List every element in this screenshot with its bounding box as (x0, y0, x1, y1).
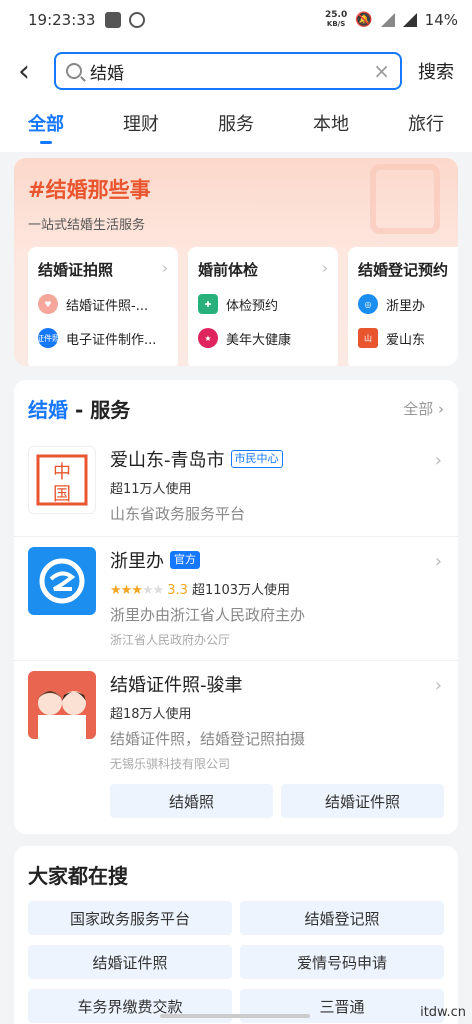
couple-photo-logo (28, 671, 96, 739)
signal-icon-2 (402, 13, 417, 27)
usage-count: 超18万人使用 (110, 707, 192, 722)
usage-count: 超11万人使用 (110, 482, 192, 497)
tab-all[interactable]: 全部 (28, 110, 64, 144)
home-indicator[interactable] (160, 1014, 310, 1018)
card-link-ashandong[interactable]: 山爱山东 (358, 328, 458, 348)
tab-local[interactable]: 本地 (313, 110, 349, 144)
card-title: 结婚证拍照 (38, 261, 114, 279)
card-premarital-check[interactable]: 婚前体检 › ✚ 体检预约 ★ 美年大健康 (188, 247, 338, 366)
zheli-logo-icon: ◎ (358, 294, 378, 314)
category-tabs: 全部 理财 服务 本地 旅行 (0, 102, 472, 152)
heart-decoration-icon (370, 164, 440, 234)
service-item-photo[interactable]: 结婚证件照-骏聿 超18万人使用 结婚证件照，结婚登记照拍摄 无锡乐骐科技有限公… (14, 661, 458, 784)
chevron-right-icon: › (434, 450, 442, 471)
service-name: 爱山东-青岛市 (110, 450, 225, 471)
svg-text:国: 国 (53, 484, 71, 505)
tab-travel[interactable]: 旅行 (408, 110, 444, 144)
mute-icon: 🔕 (355, 12, 373, 28)
usage-count: 超1103万人使用 (191, 583, 291, 598)
topic-banner[interactable]: #结婚那些事 一站式结婚生活服务 结婚证拍照 › ♥ 结婚证件照-... 证件照 电子… (14, 158, 458, 366)
zheli-app-logo (28, 547, 96, 615)
service-provider: 浙江省人民政府办公厅 (110, 633, 231, 647)
sub-service-button-id-photo[interactable]: 结婚证件照 (281, 784, 444, 818)
view-all-link[interactable]: 全部 › (403, 398, 444, 419)
service-description: 浙里办由浙江省人民政府主办 (110, 606, 306, 624)
rating-value: 3.3 (167, 583, 188, 598)
sub-service-button-wedding-photo[interactable]: 结婚照 (110, 784, 273, 818)
service-provider: 无锡乐骐科技有限公司 (110, 757, 231, 771)
service-name: 结婚证件照-骏聿 (110, 675, 243, 696)
clear-icon[interactable]: × (373, 59, 390, 83)
ashandong-app-logo: 中国 (28, 446, 96, 514)
card-link-checkup-booking[interactable]: ✚ 体检预约 (198, 294, 328, 314)
search-icon (66, 63, 82, 79)
id-photo-icon: 证件照 (38, 328, 60, 348)
tab-services[interactable]: 服务 (218, 110, 254, 144)
search-button[interactable]: 搜索 (418, 58, 454, 84)
svg-text:中: 中 (53, 462, 71, 483)
card-title: 结婚登记预约 (358, 261, 449, 279)
couple-avatar-icon: ♥ (38, 294, 58, 314)
chevron-right-icon: › (322, 259, 328, 277)
search-bar: ‹ × 搜索 (0, 40, 472, 102)
tab-finance[interactable]: 理财 (123, 110, 159, 144)
service-results: 结婚 - 服务 全部 › 中国 爱山东-青岛市 市民中心 超11万人使用 山东省政… (14, 380, 458, 834)
card-link-photo-app[interactable]: ♥ 结婚证件照-... (38, 294, 168, 314)
chevron-right-icon: › (434, 675, 442, 696)
ashandong-logo-icon: 山 (358, 328, 378, 348)
status-bar: 19:23:33 25.0 KB/S 🔕 14% (0, 0, 472, 40)
hot-search-item[interactable]: 结婚登记照 (240, 901, 444, 935)
chevron-right-icon: › (434, 551, 442, 572)
rating-stars-icon: ★★★★★ (110, 583, 164, 598)
card-link-e-doc[interactable]: 证件照 电子证件制作... (38, 328, 168, 348)
meinian-logo-icon: ★ (198, 328, 218, 348)
android-icon (105, 12, 122, 28)
chevron-right-icon: › (162, 259, 168, 277)
section-title: 结婚 - 服务 (28, 397, 131, 422)
search-input[interactable] (90, 61, 374, 81)
card-title: 婚前体检 (198, 261, 259, 279)
hot-search-item[interactable]: 爱情号码申请 (240, 945, 444, 979)
sync-icon (129, 12, 146, 28)
card-marriage-registration[interactable]: 结婚登记预约 ◎ 浙里办 山爱山东 (348, 247, 458, 366)
official-badge: 官方 (170, 551, 200, 569)
back-icon[interactable]: ‹ (18, 54, 54, 89)
status-time: 19:23:33 (28, 11, 96, 29)
network-speed: 25.0 KB/S (325, 10, 348, 29)
signal-icon-1 (380, 13, 395, 27)
service-description: 结婚证件照，结婚登记照拍摄 (110, 730, 306, 748)
watermark: itdw.cn (420, 1005, 466, 1020)
service-tag: 市民中心 (230, 450, 283, 468)
service-name: 浙里办 (110, 551, 164, 572)
popular-searches: 大家都在搜 国家政务服务平台 结婚登记照 结婚证件照 爱情号码申请 车务界缴费交… (14, 846, 458, 1024)
section-title: 大家都在搜 (28, 864, 128, 888)
search-box[interactable]: × (54, 52, 402, 90)
hot-search-item[interactable]: 国家政务服务平台 (28, 901, 232, 935)
service-item-zheli[interactable]: 浙里办 官方 ★★★★★ 3.3 超1103万人使用 浙里办由浙江省人民政府主办 浙江… (14, 537, 458, 661)
battery-level: 14% (424, 11, 458, 29)
service-item-ashandong[interactable]: 中国 爱山东-青岛市 市民中心 超11万人使用 山东省政务服务平台 › (14, 436, 458, 537)
card-link-zheli[interactable]: ◎ 浙里办 (358, 294, 458, 314)
card-marriage-photo[interactable]: 结婚证拍照 › ♥ 结婚证件照-... 证件照 电子证件制作... (28, 247, 178, 366)
health-check-icon: ✚ (198, 294, 218, 314)
hot-search-item[interactable]: 结婚证件照 (28, 945, 232, 979)
service-description: 山东省政务服务平台 (110, 505, 246, 523)
card-link-meinian[interactable]: ★ 美年大健康 (198, 328, 328, 348)
